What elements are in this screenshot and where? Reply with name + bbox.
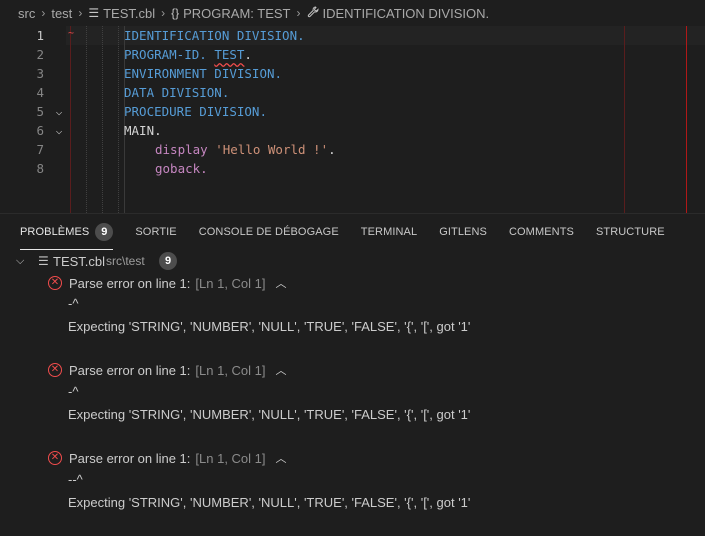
breadcrumb-file[interactable]: ☰ TEST.cbl [88, 6, 155, 21]
braces-icon: {} [171, 6, 180, 20]
problem-position: [Ln 1, Col 1] [195, 275, 266, 291]
code-line[interactable]: 2 PROGRAM-ID. TEST. [0, 45, 705, 64]
breadcrumb-program-label: PROGRAM: TEST [183, 5, 291, 21]
chevron-down-icon[interactable]: ⌵ [52, 102, 66, 121]
code-line[interactable]: 3 ENVIRONMENT DIVISION. [0, 64, 705, 83]
file-problem-count-badge: 9 [159, 252, 177, 270]
problems-file-row[interactable]: ⌵ ☰ TEST.cbl src\test 9 [0, 250, 705, 272]
breadcrumb: src › test › ☰ TEST.cbl › {} PROGRAM: TE… [0, 0, 705, 26]
line-number: 3 [36, 66, 44, 81]
tab-structure[interactable]: STRUCTURE [596, 214, 665, 250]
problem-caret: -^ [68, 384, 79, 399]
problem-item[interactable]: ✕ Parse error on line 1: [Ln 1, Col 1] ︿ [48, 272, 287, 294]
code-text: PROCEDURE DIVISION. [124, 104, 267, 119]
line-number: 6 [36, 123, 44, 138]
line-number: 5 [36, 104, 44, 119]
file-name: TEST.cbl [53, 253, 106, 269]
error-circle-icon: ✕ [48, 363, 62, 377]
code-text: display 'Hello World !'. [155, 140, 336, 159]
tab-debug-console[interactable]: CONSOLE DE DÉBOGAGE [199, 214, 339, 250]
breadcrumb-src[interactable]: src [18, 6, 35, 21]
code-line[interactable]: 6 ⌵ MAIN. [0, 121, 705, 140]
problem-position: [Ln 1, Col 1] [195, 362, 266, 378]
code-string: 'Hello World !' [215, 142, 329, 157]
tab-terminal-label: TERMINAL [360, 226, 418, 238]
file-path: src\test [106, 254, 145, 268]
tab-problems-label: PROBLÈMES [20, 225, 90, 238]
problem-position: [Ln 1, Col 1] [195, 450, 266, 466]
problem-caret: --^ [68, 472, 83, 487]
code-keyword: PROGRAM-ID. [124, 47, 215, 62]
tab-comments[interactable]: COMMENTS [509, 214, 574, 250]
file-lines-icon: ☰ [38, 254, 49, 268]
code-text: ENVIRONMENT DIVISION. [124, 66, 283, 81]
breadcrumb-program[interactable]: {} PROGRAM: TEST [171, 6, 290, 21]
problem-item[interactable]: ✕ Parse error on line 1: [Ln 1, Col 1] ︿ [48, 447, 287, 469]
chevron-right-icon: › [161, 6, 166, 20]
problem-detail: Expecting 'STRING', 'NUMBER', 'NULL', 'T… [68, 319, 471, 334]
chevron-up-icon[interactable]: ︿ [276, 362, 287, 378]
code-keyword: display [155, 142, 216, 157]
panel-tabs: PROBLÈMES 9 SORTIE CONSOLE DE DÉBOGAGE T… [0, 214, 705, 250]
chevron-right-icon: › [78, 6, 83, 20]
tab-gitlens[interactable]: GITLENS [439, 214, 487, 250]
breadcrumb-src-label: src [18, 5, 36, 21]
code-text: IDENTIFICATION DIVISION. [124, 28, 305, 43]
error-circle-icon: ✕ [48, 276, 62, 290]
chevron-up-icon[interactable]: ︿ [276, 450, 287, 466]
error-circle-icon: ✕ [48, 451, 62, 465]
code-punct: . [244, 47, 252, 62]
tab-gitlens-label: GITLENS [439, 226, 487, 238]
code-punct: . [328, 142, 336, 157]
breadcrumb-test[interactable]: test [51, 6, 72, 21]
chevron-down-icon[interactable]: ⌵ [16, 255, 24, 268]
line-number: 4 [36, 85, 44, 100]
problem-detail: Expecting 'STRING', 'NUMBER', 'NULL', 'T… [68, 407, 471, 422]
chevron-right-icon: › [41, 6, 46, 20]
code-text: DATA DIVISION. [124, 85, 230, 100]
tab-terminal[interactable]: TERMINAL [361, 214, 417, 250]
breadcrumb-file-label: TEST.cbl [103, 5, 156, 21]
code-line[interactable]: 8 goback. [0, 159, 705, 178]
tab-output-label: SORTIE [135, 226, 177, 238]
breadcrumb-test-label: test [51, 5, 73, 21]
tab-output[interactable]: SORTIE [135, 214, 176, 250]
code-line[interactable]: 1 IDENTIFICATION DIVISION. [0, 26, 705, 45]
chevron-right-icon: › [296, 6, 301, 20]
problem-detail: Expecting 'STRING', 'NUMBER', 'NULL', 'T… [68, 495, 471, 510]
chevron-up-icon[interactable]: ︿ [276, 275, 287, 291]
breadcrumb-division[interactable]: IDENTIFICATION DIVISION. [307, 5, 490, 21]
tab-debug-console-label: CONSOLE DE DÉBOGAGE [198, 226, 339, 238]
code-line[interactable]: 5 ⌵ PROCEDURE DIVISION. [0, 102, 705, 121]
tab-comments-label: COMMENTS [508, 226, 574, 238]
tab-problems[interactable]: PROBLÈMES 9 [20, 214, 114, 250]
problem-caret: -^ [68, 296, 79, 311]
code-editor[interactable]: ~ 1 IDENTIFICATION DIVISION. 2 PROGRAM-I… [0, 26, 705, 213]
line-number: 8 [36, 161, 44, 176]
tab-structure-label: STRUCTURE [595, 226, 665, 238]
line-number: 7 [36, 142, 44, 157]
line-number: 2 [36, 47, 44, 62]
bottom-panel: PROBLÈMES 9 SORTIE CONSOLE DE DÉBOGAGE T… [0, 213, 705, 536]
breadcrumb-division-label: IDENTIFICATION DIVISION. [322, 5, 490, 21]
code-text: PROGRAM-ID. TEST. [124, 45, 252, 64]
problem-message: Parse error on line 1: [69, 275, 191, 291]
problem-item[interactable]: ✕ Parse error on line 1: [Ln 1, Col 1] ︿ [48, 359, 287, 381]
code-identifier: TEST [214, 47, 245, 62]
problem-message: Parse error on line 1: [69, 362, 191, 378]
file-lines-icon: ☰ [88, 6, 100, 20]
code-line[interactable]: 7 display 'Hello World !'. [0, 140, 705, 159]
code-line[interactable]: 4 DATA DIVISION. [0, 83, 705, 102]
code-text: goback. [155, 161, 208, 176]
chevron-down-icon[interactable]: ⌵ [52, 121, 66, 140]
problems-count-badge: 9 [95, 222, 114, 241]
code-text: MAIN. [124, 123, 162, 138]
problem-message: Parse error on line 1: [69, 450, 191, 466]
wrench-icon [307, 5, 319, 21]
line-number: 1 [36, 28, 44, 43]
